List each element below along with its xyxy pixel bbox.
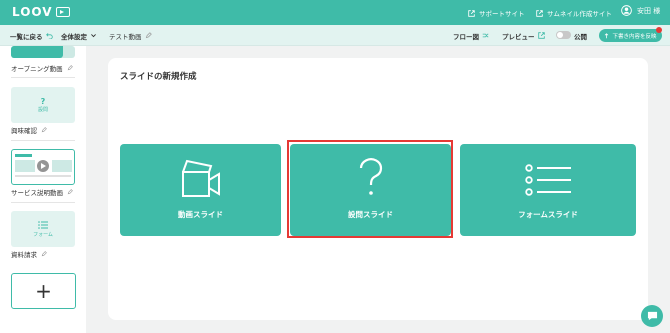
thumbnail-image bbox=[11, 46, 63, 58]
flow-chart-button[interactable]: フロー図 bbox=[453, 25, 489, 46]
video-camera-icon bbox=[181, 159, 220, 197]
list-icon bbox=[525, 164, 571, 196]
selection-highlight bbox=[287, 140, 453, 238]
logo-text: LOOV bbox=[12, 5, 53, 19]
logo-camera-icon bbox=[55, 7, 70, 17]
slide-thumbnail-opening[interactable] bbox=[11, 46, 75, 58]
user-name: 安田 様 bbox=[637, 6, 661, 15]
thumb-caption: フォーム bbox=[33, 231, 53, 238]
divider bbox=[11, 140, 75, 141]
list-icon bbox=[38, 220, 48, 229]
external-link-icon bbox=[536, 9, 543, 17]
thumbnail-image bbox=[15, 160, 35, 172]
user-avatar-icon bbox=[621, 5, 632, 16]
add-slide-button[interactable]: + bbox=[11, 273, 76, 309]
video-slide-option[interactable]: 動画スライド bbox=[120, 144, 281, 236]
settings-label: 全体設定 bbox=[61, 32, 87, 41]
global-settings-dropdown[interactable]: 全体設定 bbox=[61, 25, 97, 46]
slide-label-question[interactable]: 興味確認 bbox=[11, 125, 47, 135]
play-icon bbox=[37, 160, 49, 172]
preview-label: プレビュー bbox=[502, 32, 535, 41]
slide-label-opening[interactable]: オープニング動画 bbox=[11, 63, 73, 73]
pencil-icon bbox=[41, 251, 47, 257]
support-site-link[interactable]: サポートサイト bbox=[468, 7, 525, 19]
slide-thumbnail-service[interactable] bbox=[11, 149, 75, 185]
support-site-label: サポートサイト bbox=[479, 10, 525, 18]
reflect-draft-label: 下書き内容を反映 bbox=[612, 33, 657, 40]
flow-label: フロー図 bbox=[453, 32, 479, 41]
notification-dot bbox=[656, 27, 662, 33]
form-slide-option[interactable]: フォームスライド bbox=[460, 144, 636, 236]
toolbar: 一覧に戻る 全体設定 テスト動画 フロー図 プレビュー 公開 下書き内容を反映 bbox=[0, 25, 670, 46]
slide-thumbnail-form[interactable]: フォーム bbox=[11, 211, 75, 247]
back-to-list-button[interactable]: 一覧に戻る bbox=[10, 25, 53, 46]
video-name[interactable]: テスト動画 bbox=[109, 25, 152, 46]
back-label: 一覧に戻る bbox=[10, 32, 43, 41]
pencil-icon bbox=[67, 65, 73, 71]
thumbnail-site-label: サムネイル作成サイト bbox=[547, 10, 612, 18]
slide-label-form[interactable]: 資料請求 bbox=[11, 249, 47, 259]
question-mark-icon: ? bbox=[40, 97, 46, 106]
slide-title: オープニング動画 bbox=[11, 65, 63, 73]
external-link-icon bbox=[537, 32, 545, 39]
divider bbox=[11, 202, 75, 203]
chevron-down-icon bbox=[91, 34, 96, 38]
pencil-icon bbox=[67, 189, 73, 195]
preview-button[interactable]: プレビュー bbox=[502, 25, 545, 46]
reflect-draft-button[interactable]: 下書き内容を反映 bbox=[599, 29, 662, 42]
thumbnail-bar bbox=[15, 154, 32, 157]
external-link-icon bbox=[468, 9, 475, 17]
thumb-caption: 設問 bbox=[37, 107, 48, 113]
video-slide-label: 動画スライド bbox=[178, 210, 223, 219]
slide-title: サービス説明動画 bbox=[11, 189, 63, 197]
chat-bubble-icon bbox=[647, 311, 657, 321]
form-slide-label: フォームスライド bbox=[518, 210, 578, 219]
loov-logo[interactable]: LOOV bbox=[12, 5, 70, 19]
back-arrow-icon bbox=[45, 33, 53, 39]
thumbnail-site-link[interactable]: サムネイル作成サイト bbox=[536, 7, 612, 19]
pencil-icon bbox=[145, 32, 152, 39]
user-menu[interactable]: 安田 様 bbox=[621, 5, 660, 16]
slide-thumbnail-question[interactable]: ? 設問 bbox=[11, 87, 75, 123]
divider bbox=[11, 77, 75, 78]
thumbnail-image bbox=[52, 160, 72, 172]
panel-title: スライドの新規作成 bbox=[120, 72, 197, 82]
video-name-label: テスト動画 bbox=[109, 32, 142, 41]
slide-title: 興味確認 bbox=[11, 127, 37, 135]
public-label: 公開 bbox=[574, 32, 587, 41]
thumbnail-line bbox=[15, 175, 71, 177]
public-toggle[interactable] bbox=[556, 31, 571, 39]
slide-title: 資料請求 bbox=[11, 251, 37, 259]
pencil-icon bbox=[41, 127, 47, 133]
flow-icon bbox=[482, 33, 489, 38]
upload-icon bbox=[605, 32, 609, 38]
top-bar: LOOV サポートサイト サムネイル作成サイト 安田 様 bbox=[0, 0, 670, 25]
chat-button[interactable] bbox=[641, 305, 663, 327]
plus-icon: + bbox=[35, 279, 52, 303]
slide-label-service[interactable]: サービス説明動画 bbox=[11, 187, 73, 197]
